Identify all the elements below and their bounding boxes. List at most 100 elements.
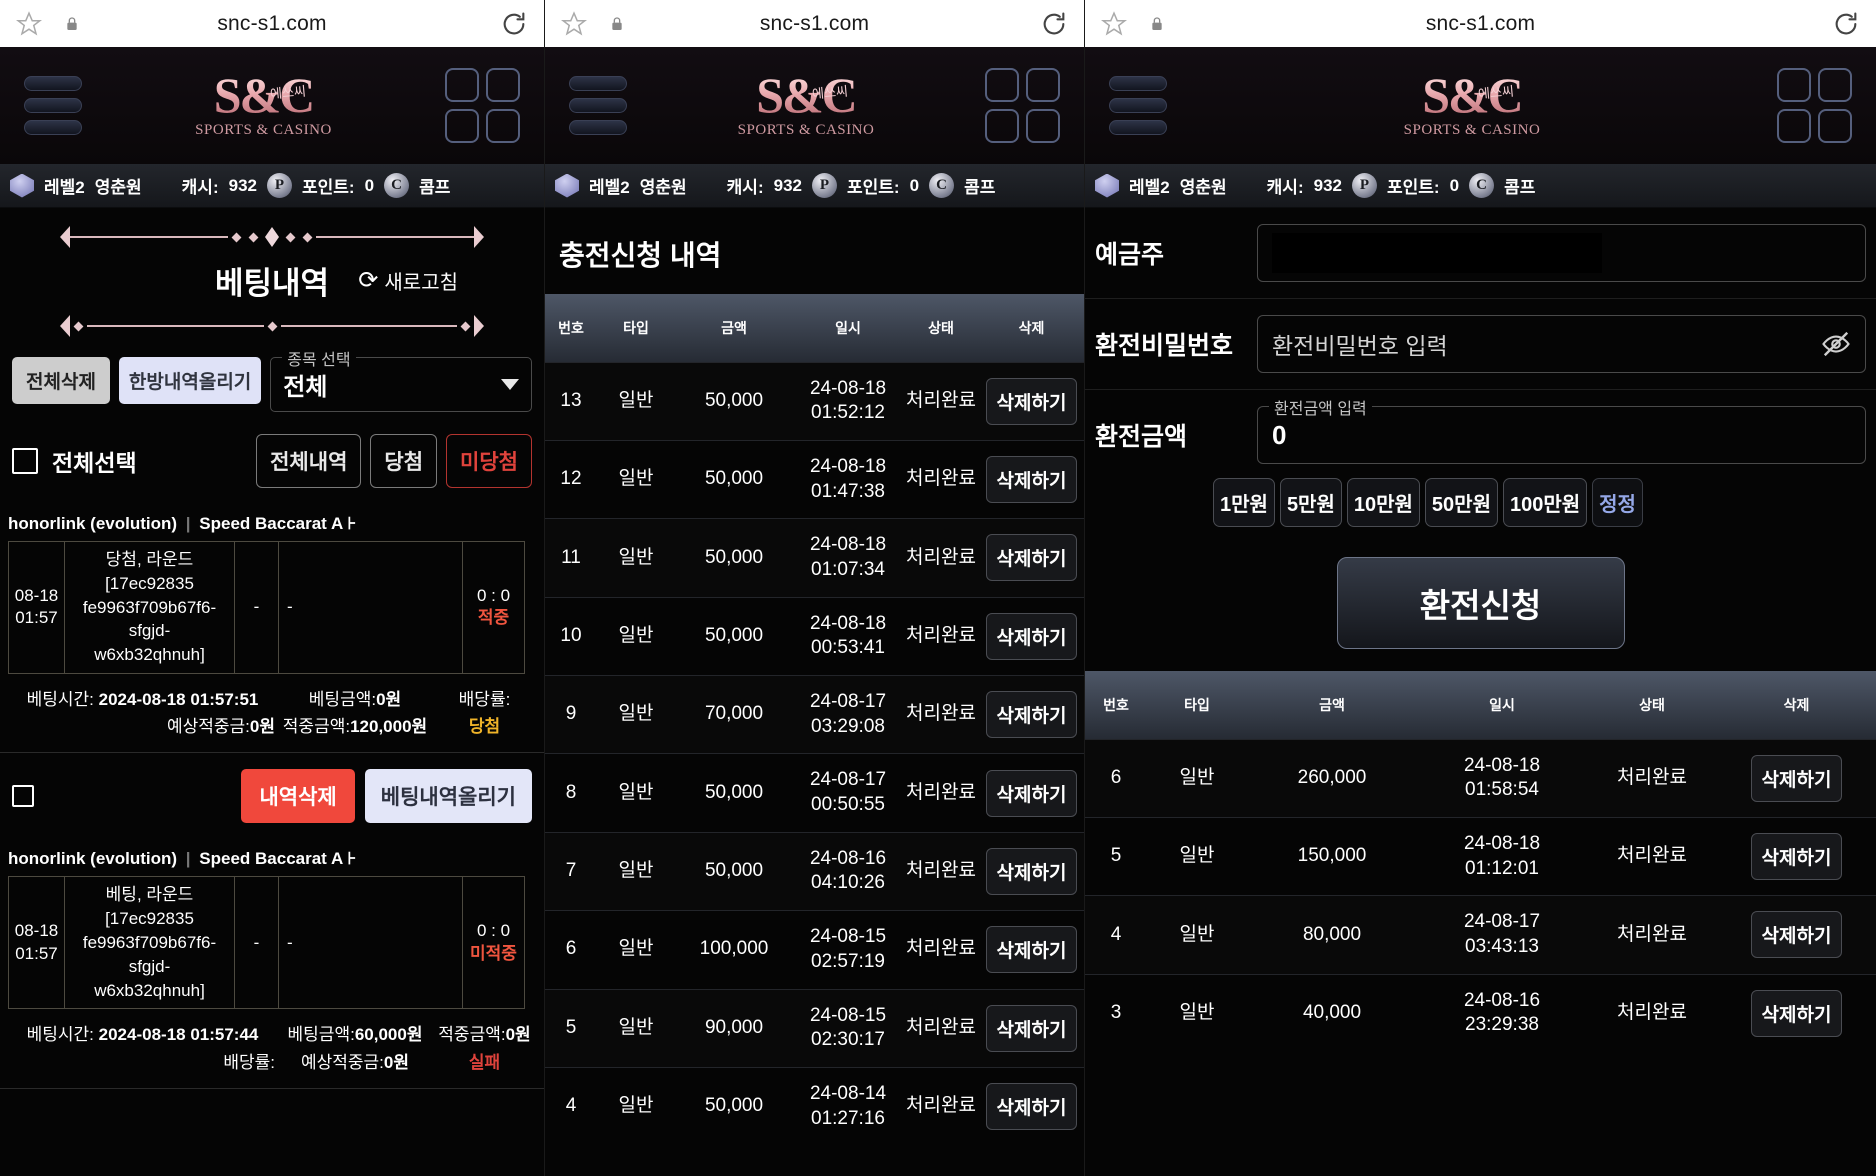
cell-type: 일반 — [1147, 816, 1247, 896]
cell-type: 일반 — [597, 596, 675, 676]
site-header-1: S&C 에쓰씨 SPORTS & CASINO — [0, 47, 544, 164]
refresh-button[interactable]: ⟳ 새로고침 — [358, 266, 458, 295]
delete-row-button[interactable]: 삭제하기 — [985, 926, 1078, 974]
quick-amount-100k[interactable]: 10만원 — [1346, 478, 1420, 527]
eye-off-icon[interactable] — [1821, 329, 1851, 359]
reload-icon[interactable] — [1040, 10, 1068, 38]
delete-row-button[interactable]: 삭제하기 — [1750, 989, 1843, 1037]
bet-card: honorlink (evolution) | Speed Baccarat A… — [0, 839, 544, 1089]
withdraw-history-body: 6 일반 260,000 24-08-18 01:58:54 처리완료 삭제하기 5 일반 1… — [1085, 738, 1876, 1052]
withdraw-submit-button[interactable]: 환전신청 — [1336, 557, 1625, 649]
bet-status-badge: 당첨 — [468, 717, 501, 737]
cell-no: 4 — [1085, 895, 1147, 975]
cell-type: 일반 — [597, 1066, 675, 1146]
comp-label: 콤프 — [1504, 178, 1536, 197]
filter-all-button[interactable]: 전체내역 — [256, 434, 362, 488]
hit-label: 적중금액: — [438, 1025, 506, 1045]
table-row: 9 일반 70,000 24-08-17 03:29:08 처리완료 삭제하기 — [545, 674, 1084, 754]
logo-kr-text: 에쓰씨 — [269, 83, 307, 102]
quick-amount-50k[interactable]: 5만원 — [1279, 478, 1342, 527]
col-delete: 삭제 — [1717, 671, 1876, 739]
quick-amount-1m[interactable]: 100만원 — [1502, 478, 1588, 527]
quick-amount-10k[interactable]: 1만원 — [1213, 478, 1275, 527]
star-icon[interactable] — [561, 10, 587, 37]
level-badge-icon — [1095, 173, 1119, 198]
withdraw-password-input[interactable]: 환전비밀번호 입력 — [1257, 315, 1866, 373]
cash-label: 캐시: — [726, 178, 764, 197]
bet-action-row: 내역삭제 베팅내역올리기 — [0, 753, 544, 839]
delete-row-button[interactable]: 삭제하기 — [1750, 754, 1843, 802]
bet-time-value: 2024-08-18 01:57:51 — [98, 689, 259, 709]
filter-lose-button[interactable]: 미당첨 — [446, 434, 532, 488]
browser-chrome-1: snc-s1.com — [0, 0, 544, 47]
category-select[interactable]: 종목 선택 전체 — [270, 346, 532, 412]
account-holder-input[interactable] — [1257, 224, 1866, 282]
grid-menu-icon[interactable] — [985, 68, 1060, 143]
lock-icon — [1152, 16, 1162, 30]
delete-row-button[interactable]: 삭제하기 — [985, 1004, 1078, 1052]
hamburger-menu-icon[interactable] — [1109, 76, 1167, 135]
bet-col3-cell: - — [234, 541, 279, 674]
cell-delete: 삭제하기 — [979, 753, 1084, 833]
quick-amount-500k[interactable]: 50만원 — [1424, 478, 1498, 527]
bet-col4-cell: - — [278, 876, 463, 1010]
hit-label: 적중금액: — [282, 717, 351, 737]
delete-row-button[interactable]: 삭제하기 — [985, 377, 1078, 425]
bet-trail: ⊦ — [347, 849, 357, 869]
delete-row-button[interactable]: 삭제하기 — [1750, 833, 1843, 881]
filter-win-button[interactable]: 당첨 — [370, 434, 438, 488]
user-level: 레벨2 — [589, 178, 630, 197]
point-icon: P — [267, 173, 292, 198]
charge-history-body: 13 일반 50,000 24-08-18 01:52:12 처리완료 삭제하기 12 일반… — [545, 361, 1084, 1146]
hamburger-menu-icon[interactable] — [569, 76, 627, 135]
hamburger-menu-icon[interactable] — [24, 76, 82, 135]
grid-menu-icon[interactable] — [1777, 68, 1852, 143]
delete-row-button[interactable]: 삭제하기 — [985, 847, 1078, 895]
bet-row-checkbox[interactable] — [12, 785, 34, 808]
cell-amount: 50,000 — [675, 831, 793, 911]
delete-row-button[interactable]: 삭제하기 — [985, 456, 1078, 504]
cell-datetime: 24-08-18 00:53:41 — [793, 596, 903, 676]
charge-history-title: 충전신청 내역 — [559, 240, 722, 271]
reload-icon[interactable] — [500, 10, 528, 38]
cell-amount: 40,000 — [1247, 973, 1417, 1052]
upload-one-history-button[interactable]: 한방내역올리기 — [118, 357, 262, 404]
bet-detail-table: 08-18 01:57 당첨, 라운드[17ec92835 fe9963f709… — [8, 541, 525, 674]
bet-result-state: 적중 — [477, 608, 510, 628]
cell-delete: 삭제하기 — [1717, 973, 1876, 1052]
bet-time-value: 2024-08-18 01:57:44 — [98, 1025, 259, 1045]
select-all-checkbox[interactable] — [12, 448, 38, 474]
delete-row-button[interactable]: 삭제하기 — [985, 534, 1078, 582]
col-date: 일시 — [793, 294, 903, 362]
table-row: 10 일반 50,000 24-08-18 00:53:41 처리완료 삭제하기 — [545, 596, 1084, 676]
delete-row-button[interactable]: 삭제하기 — [1750, 911, 1843, 959]
cell-type: 일반 — [1147, 895, 1247, 975]
cash-value: 932 — [1313, 175, 1342, 195]
cell-amount: 50,000 — [675, 1066, 793, 1146]
controls-row: 전체삭제 한방내역올리기 종목 선택 전체 — [0, 343, 544, 412]
cell-no: 11 — [545, 518, 597, 598]
bet-desc-cell: 당첨, 라운드[17ec92835 fe9963f709b67f6-sfgjd-… — [64, 541, 235, 674]
filter-row: 전체선택 전체내역 당첨 미당첨 — [0, 412, 544, 488]
delete-history-button[interactable]: 내역삭제 — [241, 769, 355, 824]
grid-menu-icon[interactable] — [445, 68, 520, 143]
reload-icon[interactable] — [1832, 10, 1860, 38]
delete-row-button[interactable]: 삭제하기 — [985, 691, 1078, 739]
delete-row-button[interactable]: 삭제하기 — [985, 1083, 1078, 1131]
delete-all-button[interactable]: 전체삭제 — [12, 357, 110, 404]
cell-amount: 50,000 — [675, 518, 793, 598]
star-icon[interactable] — [16, 10, 42, 37]
quick-amount-reset[interactable]: 정정 — [1592, 478, 1643, 527]
delete-row-button[interactable]: 삭제하기 — [985, 769, 1078, 817]
cell-datetime: 24-08-18 01:58:54 — [1417, 738, 1587, 818]
point-icon: P — [812, 173, 837, 198]
delete-row-button[interactable]: 삭제하기 — [985, 612, 1078, 660]
bet-summary-row: 베팅시간: 2024-08-18 01:57:44 배당률: 베팅금액:60,0… — [0, 1009, 544, 1089]
star-icon[interactable] — [1101, 10, 1127, 37]
cell-delete: 삭제하기 — [1717, 816, 1876, 896]
upload-history-button[interactable]: 베팅내역올리기 — [364, 769, 532, 824]
cell-no: 13 — [545, 361, 597, 441]
table-header-row: 번호 타입 금액 일시 상태 삭제 — [1085, 671, 1876, 739]
logo-mark: S&C — [1167, 71, 1777, 120]
cell-no: 5 — [545, 988, 597, 1068]
